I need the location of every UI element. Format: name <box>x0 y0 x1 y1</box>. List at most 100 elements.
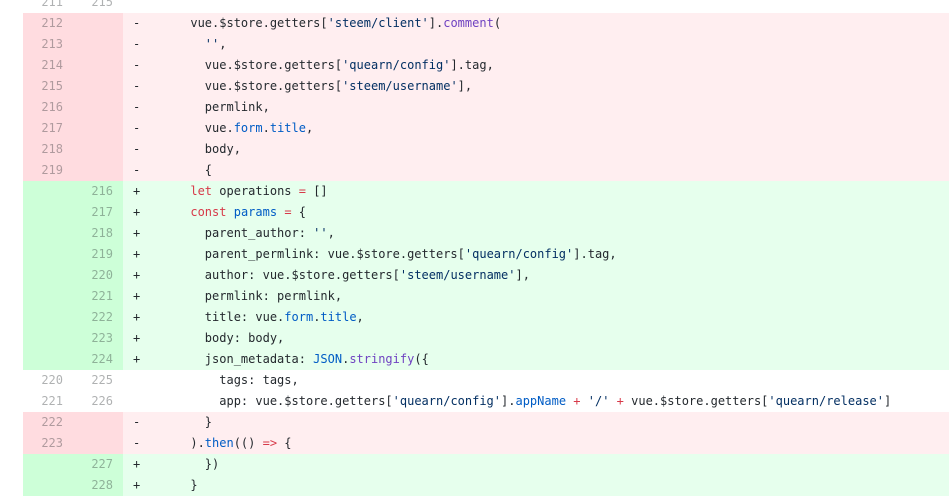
deleted-line: 223 - ).then(() => { <box>23 433 949 454</box>
code-token: { <box>291 205 306 219</box>
new-line-number[interactable] <box>73 34 123 55</box>
old-line-number[interactable] <box>23 244 73 265</box>
code-token: + <box>573 394 581 408</box>
diff-marker: - <box>133 100 141 114</box>
new-line-number[interactable]: 221 <box>73 286 123 307</box>
old-line-number[interactable]: 218 <box>23 139 73 160</box>
code-token: , <box>356 310 364 324</box>
code-line: + body: body, <box>123 328 949 349</box>
old-line-number[interactable] <box>23 328 73 349</box>
added-line: 224 + json_metadata: JSON.stringify({ <box>23 349 949 370</box>
new-line-number[interactable] <box>73 13 123 34</box>
code-token: 'steem/username' <box>342 79 458 93</box>
old-line-number[interactable] <box>23 349 73 370</box>
diff-marker: - <box>133 415 141 429</box>
new-line-number[interactable] <box>73 412 123 433</box>
new-line-number[interactable] <box>73 139 123 160</box>
code-token: 'quearn/release' <box>768 394 884 408</box>
deleted-line: 214 - vue.$store.getters['quearn/config']… <box>23 55 949 76</box>
code-token: ] <box>884 394 892 408</box>
code-token: . <box>262 121 270 135</box>
code-line: - vue.form.title, <box>123 118 949 139</box>
old-line-number[interactable]: 213 <box>23 34 73 55</box>
new-line-number[interactable]: 219 <box>73 244 123 265</box>
added-line: 228 + } <box>23 475 949 496</box>
new-line-number[interactable] <box>73 433 123 454</box>
old-line-number[interactable] <box>23 181 73 202</box>
old-line-number[interactable]: 220 <box>23 370 73 391</box>
code-token: const <box>190 205 227 219</box>
new-line-number[interactable] <box>73 76 123 97</box>
old-line-number[interactable]: 221 <box>23 391 73 412</box>
code-token: '' <box>313 226 328 240</box>
new-line-number[interactable]: 217 <box>73 202 123 223</box>
new-line-number[interactable]: 215 <box>73 0 123 13</box>
new-line-number[interactable] <box>73 55 123 76</box>
old-line-number[interactable]: 215 <box>23 76 73 97</box>
old-line-number[interactable] <box>23 223 73 244</box>
old-line-number[interactable] <box>23 475 73 496</box>
code-token: vue.$store.getters[ <box>147 58 343 72</box>
code-line: - vue.$store.getters['quearn/config'].ta… <box>123 55 949 76</box>
context-line: 211 215 <box>23 0 949 13</box>
new-line-number[interactable]: 216 <box>73 181 123 202</box>
page-margin <box>0 0 23 498</box>
code-token: '/' <box>587 394 610 408</box>
code-token: => <box>262 436 278 450</box>
code-token: }) <box>147 457 220 471</box>
code-token: json_metadata: <box>147 352 314 366</box>
added-line: 216 + let operations = [] <box>23 181 949 202</box>
old-line-number[interactable]: 222 <box>23 412 73 433</box>
new-line-number[interactable] <box>73 160 123 181</box>
new-line-number[interactable]: 228 <box>73 475 123 496</box>
new-line-number[interactable]: 222 <box>73 307 123 328</box>
code-token: vue.$store.getters[ <box>623 394 769 408</box>
old-line-number[interactable] <box>23 286 73 307</box>
deleted-line: 212 - vue.$store.getters['steem/client'].… <box>23 13 949 34</box>
code-token: (() <box>233 436 263 450</box>
new-line-number[interactable]: 227 <box>73 454 123 475</box>
diff-marker: + <box>133 331 141 345</box>
code-token: vue.$store.getters[ <box>147 16 328 30</box>
old-line-number[interactable]: 211 <box>23 0 73 13</box>
new-line-number[interactable] <box>73 118 123 139</box>
diff-view: 211 215 212- vue.$store.getters['steem/cl… <box>23 0 949 496</box>
old-line-number[interactable] <box>23 454 73 475</box>
diff-marker: + <box>133 289 141 303</box>
new-line-number[interactable]: 226 <box>73 391 123 412</box>
new-line-number[interactable]: 218 <box>73 223 123 244</box>
added-line: 217 + const params = { <box>23 202 949 223</box>
old-line-number[interactable]: 214 <box>23 55 73 76</box>
new-line-number[interactable]: 224 <box>73 349 123 370</box>
code-line: + }) <box>123 454 949 475</box>
diff-marker: + <box>133 184 141 198</box>
context-line: 221 226 app: vue.$store.getters['quearn/c… <box>23 391 949 412</box>
old-line-number[interactable]: 219 <box>23 160 73 181</box>
deleted-line: 213 - '', <box>23 34 949 55</box>
new-line-number[interactable] <box>73 97 123 118</box>
code-line: - } <box>123 412 949 433</box>
old-line-number[interactable]: 223 <box>23 433 73 454</box>
old-line-number[interactable]: 216 <box>23 97 73 118</box>
new-line-number[interactable]: 223 <box>73 328 123 349</box>
old-line-number[interactable]: 212 <box>23 13 73 34</box>
code-token: ]. <box>428 16 444 30</box>
old-line-number[interactable] <box>23 307 73 328</box>
diff-marker: + <box>133 247 141 261</box>
new-line-number[interactable]: 225 <box>73 370 123 391</box>
code-token: vue. <box>147 121 234 135</box>
new-line-number[interactable]: 220 <box>73 265 123 286</box>
code-line <box>123 0 949 13</box>
deleted-line: 218 - body, <box>23 139 949 160</box>
code-token: 'quearn/config' <box>342 58 451 72</box>
old-line-number[interactable]: 217 <box>23 118 73 139</box>
code-token: tags: tags, <box>147 373 299 387</box>
code-token: title: vue. <box>147 310 285 324</box>
old-line-number[interactable] <box>23 202 73 223</box>
old-line-number[interactable] <box>23 265 73 286</box>
